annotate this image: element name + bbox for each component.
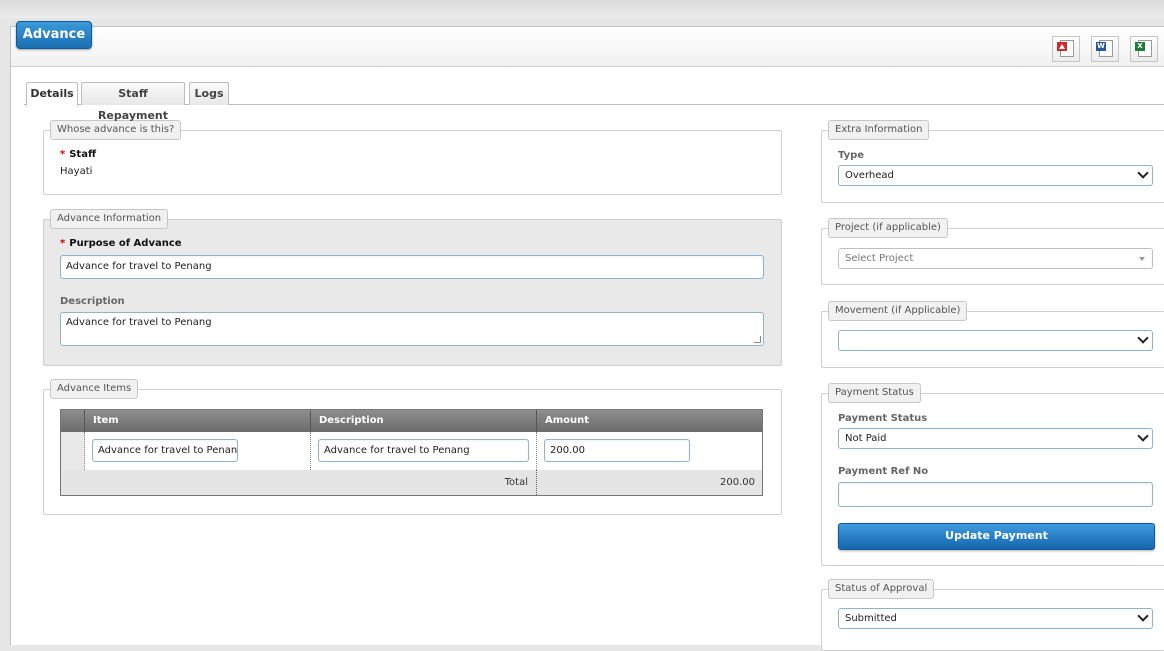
pdf-icon-glyph xyxy=(1057,42,1067,51)
total-value: 200.00 xyxy=(537,470,762,495)
staff-value: Hayati xyxy=(60,166,93,177)
item-amount-input[interactable]: 200.00 xyxy=(544,439,690,462)
chevron-down-icon xyxy=(1137,430,1149,442)
type-select-value: Overhead xyxy=(845,170,894,181)
description-text: Advance for travel to Penang xyxy=(66,317,212,328)
payment-status-legend: Payment Status xyxy=(828,383,921,403)
word-icon-glyph: W xyxy=(1096,42,1106,51)
total-label: Total xyxy=(61,470,537,495)
column-header-description: Description xyxy=(311,410,537,432)
advance-items-legend: Advance Items xyxy=(50,379,139,399)
item-description-input[interactable]: Advance for travel to Penang xyxy=(318,439,529,462)
type-select[interactable]: Overhead xyxy=(838,165,1153,186)
project-select[interactable]: Select Project xyxy=(838,248,1153,269)
purpose-label: * Purpose of Advance xyxy=(60,238,182,249)
row-handle[interactable] xyxy=(61,432,85,470)
description-textarea[interactable]: Advance for travel to Penang xyxy=(60,312,764,346)
whose-advance-section: Whose advance is this? xyxy=(43,120,782,195)
approval-status-select[interactable]: Submitted xyxy=(838,608,1153,629)
extra-information-legend: Extra Information xyxy=(828,120,930,140)
tab-details[interactable]: Details xyxy=(26,82,78,106)
table-cell-amount: 200.00 xyxy=(537,432,762,470)
table-row: Advance for travel to Penan xyxy=(85,432,311,470)
required-marker: * xyxy=(60,238,66,249)
dropdown-caret-icon xyxy=(1139,257,1145,261)
item-input[interactable]: Advance for travel to Penan xyxy=(92,439,238,462)
staff-label: * Staff xyxy=(60,149,97,160)
payment-status-label: Payment Status xyxy=(838,413,928,424)
payment-status-select[interactable]: Not Paid xyxy=(838,428,1153,449)
description-label: Description xyxy=(60,296,125,307)
payment-ref-input[interactable] xyxy=(838,482,1153,507)
window-top-strip xyxy=(0,0,1164,18)
approval-status-legend: Status of Approval xyxy=(828,579,935,599)
update-payment-button[interactable]: Update Payment xyxy=(838,523,1155,550)
approval-status-value: Submitted xyxy=(845,613,897,624)
project-select-placeholder: Select Project xyxy=(845,253,914,264)
row-handle-header xyxy=(61,410,85,432)
tab-logs[interactable]: Logs xyxy=(189,82,229,105)
excel-icon-glyph: X xyxy=(1135,42,1145,51)
advance-information-legend: Advance Information xyxy=(50,209,169,229)
page-title: Advance xyxy=(16,21,92,49)
panel-header xyxy=(11,27,1164,67)
chevron-down-icon xyxy=(1137,610,1149,622)
tab-staff-repayment[interactable]: Staff Repayment xyxy=(81,82,185,122)
purpose-input[interactable]: Advance for travel to Penang xyxy=(60,255,764,279)
movement-legend: Movement (if Applicable) xyxy=(828,301,968,321)
word-export-icon[interactable]: W xyxy=(1091,36,1119,62)
column-header-item: Item xyxy=(85,410,311,432)
table-cell-description: Advance for travel to Penang xyxy=(311,432,537,470)
excel-export-icon[interactable]: X xyxy=(1130,36,1158,62)
chevron-down-icon xyxy=(1137,167,1149,179)
payment-ref-label: Payment Ref No xyxy=(838,466,929,477)
required-marker: * xyxy=(60,149,66,160)
movement-select[interactable] xyxy=(838,330,1153,351)
payment-status-value: Not Paid xyxy=(845,433,887,444)
column-header-amount: Amount xyxy=(537,410,762,432)
resize-handle-icon[interactable] xyxy=(754,336,761,343)
advance-items-table: Item Description Amount Advance for trav… xyxy=(60,409,763,496)
project-legend: Project (if applicable) xyxy=(828,218,948,238)
chevron-down-icon xyxy=(1137,332,1149,344)
pdf-export-icon[interactable] xyxy=(1052,36,1080,62)
type-label: Type xyxy=(838,150,865,161)
